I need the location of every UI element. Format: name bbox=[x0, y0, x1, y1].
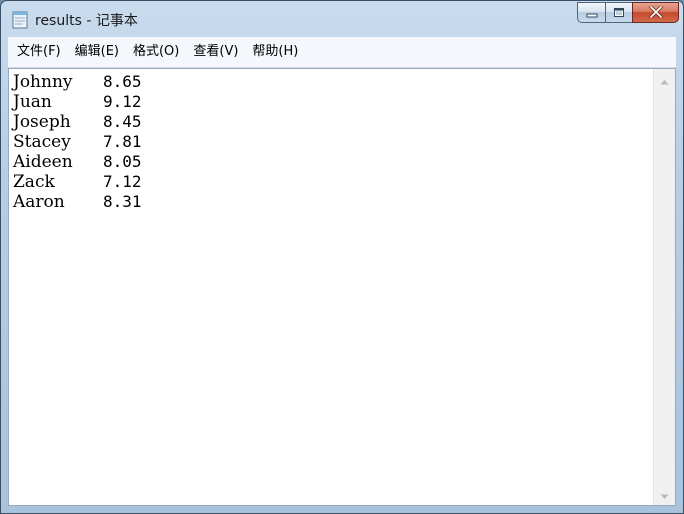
scroll-up-button[interactable] bbox=[654, 71, 675, 88]
score-text: 8.45 bbox=[103, 112, 142, 131]
text-line: Stacey 7.81 bbox=[13, 132, 653, 152]
menu-edit[interactable]: 编辑(E) bbox=[68, 41, 126, 63]
score-text: 8.31 bbox=[103, 192, 142, 211]
text-line: Juan 9.12 bbox=[13, 92, 653, 112]
vertical-scrollbar[interactable] bbox=[653, 69, 675, 505]
caption-buttons bbox=[577, 2, 679, 23]
menu-bar: 文件(F) 编辑(E) 格式(O) 查看(V) 帮助(H) bbox=[8, 37, 676, 68]
name-text: Stacey bbox=[13, 132, 71, 152]
text-line: Zack 7.12 bbox=[13, 172, 653, 192]
name-text: Joseph bbox=[13, 112, 71, 132]
window-title: results - 记事本 bbox=[35, 13, 138, 29]
name-text: Aaron bbox=[13, 192, 65, 212]
notepad-icon[interactable] bbox=[12, 10, 28, 29]
score-text: 9.12 bbox=[103, 92, 142, 111]
title-bar[interactable]: results - 记事本 bbox=[1, 1, 683, 37]
name-text: Aideen bbox=[13, 152, 73, 172]
scroll-down-arrow-icon bbox=[660, 485, 669, 504]
document-text[interactable]: Johnny 8.65 Juan 9.12 Joseph 8.45 Stacey… bbox=[13, 72, 653, 502]
menu-file[interactable]: 文件(F) bbox=[10, 41, 68, 63]
text-line: Joseph 8.45 bbox=[13, 112, 653, 132]
score-text: 8.05 bbox=[103, 152, 142, 171]
text-line: Johnny 8.65 bbox=[13, 72, 653, 92]
maximize-icon bbox=[613, 3, 625, 22]
menu-help[interactable]: 帮助(H) bbox=[245, 41, 305, 63]
scroll-down-button[interactable] bbox=[654, 486, 675, 503]
close-button[interactable] bbox=[632, 2, 679, 23]
menu-format[interactable]: 格式(O) bbox=[126, 41, 186, 63]
name-text: Zack bbox=[13, 172, 55, 192]
maximize-button[interactable] bbox=[605, 2, 632, 23]
minimize-icon bbox=[586, 3, 598, 22]
score-text: 7.12 bbox=[103, 172, 142, 191]
scroll-up-arrow-icon bbox=[660, 70, 669, 89]
text-line: Aideen 8.05 bbox=[13, 152, 653, 172]
name-text: Juan bbox=[13, 92, 52, 112]
score-text: 8.65 bbox=[103, 72, 142, 91]
minimize-button[interactable] bbox=[577, 2, 605, 23]
text-editor-area[interactable]: Johnny 8.65 Juan 9.12 Joseph 8.45 Stacey… bbox=[8, 68, 676, 506]
text-line: Aaron 8.31 bbox=[13, 192, 653, 212]
close-icon bbox=[648, 3, 663, 22]
name-text: Johnny bbox=[13, 72, 73, 92]
score-text: 7.81 bbox=[103, 132, 142, 151]
menu-view[interactable]: 查看(V) bbox=[186, 41, 245, 63]
notepad-window: results - 记事本 文件(F) 编辑(E) 格式(O) 查看(V) 帮助… bbox=[0, 0, 684, 514]
